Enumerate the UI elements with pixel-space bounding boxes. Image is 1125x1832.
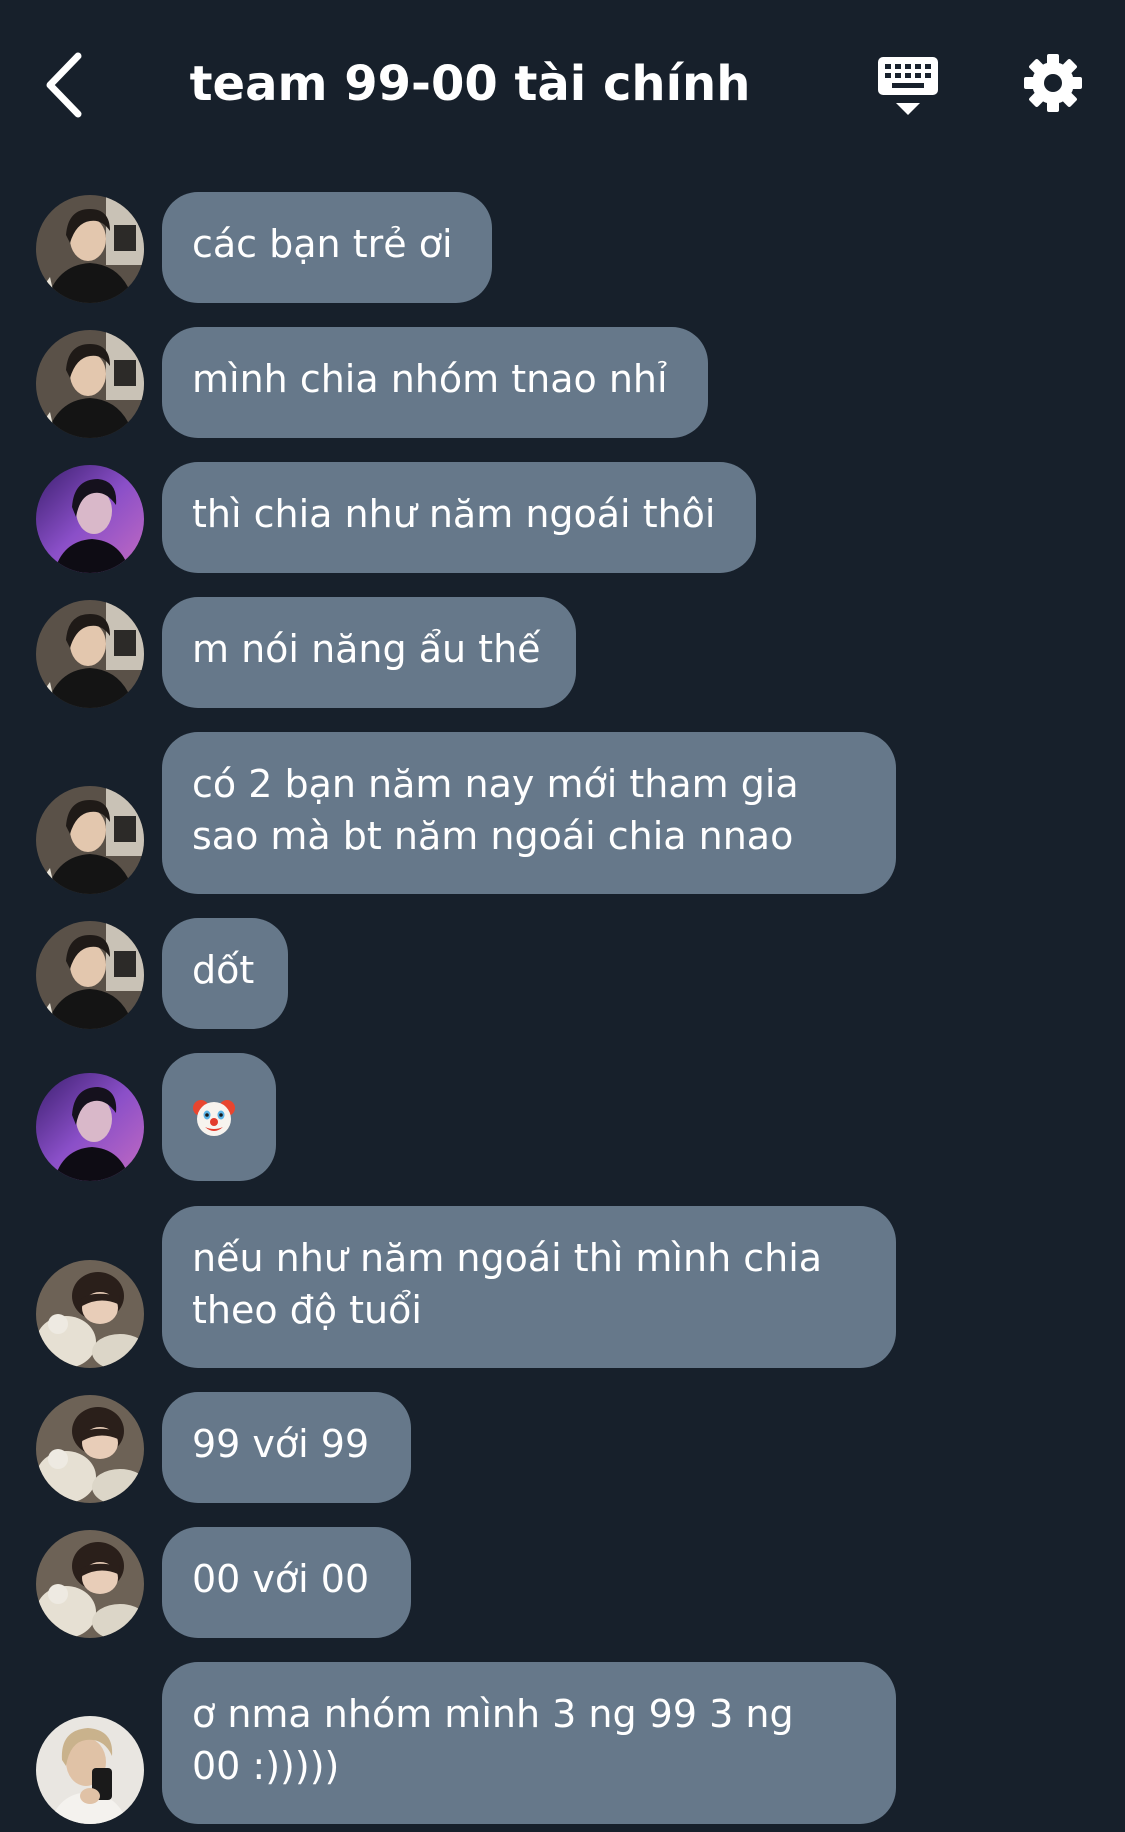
gear-icon [1024, 54, 1082, 112]
message-row: ơ nma nhóm mình 3 ng 99 3 ng 00 :))))) [0, 1662, 1125, 1824]
avatar[interactable] [36, 1260, 144, 1368]
message-bubble[interactable] [162, 1053, 276, 1181]
message-bubble[interactable]: nếu như năm ngoái thì mình chia theo độ … [162, 1206, 896, 1368]
message-bubble[interactable]: thì chia như năm ngoái thôi [162, 462, 756, 573]
back-button[interactable] [40, 50, 90, 120]
chevron-left-icon [46, 52, 82, 118]
avatar[interactable] [36, 1716, 144, 1824]
user-a-avatar-photo [36, 786, 144, 894]
chat-title: team 99-00 tài chính [189, 56, 751, 112]
avatar[interactable] [36, 786, 144, 894]
avatar[interactable] [36, 195, 144, 303]
user-d-avatar-photo [36, 1716, 144, 1824]
user-b-avatar-photo [36, 465, 144, 573]
message-bubble[interactable]: 99 với 99 [162, 1392, 411, 1503]
message-bubble[interactable]: mình chia nhóm tnao nhỉ [162, 327, 708, 438]
message-row: có 2 bạn năm nay mới tham gia sao mà bt … [0, 732, 1125, 894]
message-bubble[interactable]: các bạn trẻ ơi [162, 192, 492, 303]
message-row: 00 với 00 [0, 1527, 1125, 1638]
message-row: mình chia nhóm tnao nhỉ [0, 327, 1125, 438]
message-row: thì chia như năm ngoái thôi [0, 462, 1125, 573]
message-row: các bạn trẻ ơi [0, 192, 1125, 303]
user-c-avatar-photo [36, 1530, 144, 1638]
avatar[interactable] [36, 1530, 144, 1638]
message-bubble[interactable]: dốt [162, 918, 288, 1029]
keyboard-hide-icon [878, 57, 938, 115]
avatar[interactable] [36, 330, 144, 438]
user-a-avatar-photo [36, 600, 144, 708]
message-row: 99 với 99 [0, 1392, 1125, 1503]
avatar[interactable] [36, 921, 144, 1029]
message-bubble[interactable]: m nói năng ẩu thế [162, 597, 576, 708]
user-b-avatar-photo [36, 1073, 144, 1181]
avatar[interactable] [36, 600, 144, 708]
avatar[interactable] [36, 1073, 144, 1181]
user-c-avatar-photo [36, 1395, 144, 1503]
chat-header: team 99-00 tài chính [0, 0, 1125, 170]
keyboard-toggle-button[interactable] [876, 55, 940, 119]
message-row: nếu như năm ngoái thì mình chia theo độ … [0, 1206, 1125, 1368]
user-a-avatar-photo [36, 195, 144, 303]
message-bubble[interactable]: có 2 bạn năm nay mới tham gia sao mà bt … [162, 732, 896, 894]
message-row: dốt [0, 918, 1125, 1029]
user-a-avatar-photo [36, 330, 144, 438]
avatar[interactable] [36, 1395, 144, 1503]
chat-screen: team 99-00 tài chính các bạn trẻ ơi mình… [0, 0, 1125, 1832]
message-row [0, 1053, 1125, 1181]
settings-button[interactable] [1022, 52, 1084, 114]
clown-face-emoji-icon [193, 1100, 235, 1136]
message-bubble[interactable]: ơ nma nhóm mình 3 ng 99 3 ng 00 :))))) [162, 1662, 896, 1824]
avatar[interactable] [36, 465, 144, 573]
user-a-avatar-photo [36, 921, 144, 1029]
message-row: m nói năng ẩu thế [0, 597, 1125, 708]
user-c-avatar-photo [36, 1260, 144, 1368]
message-bubble[interactable]: 00 với 00 [162, 1527, 411, 1638]
